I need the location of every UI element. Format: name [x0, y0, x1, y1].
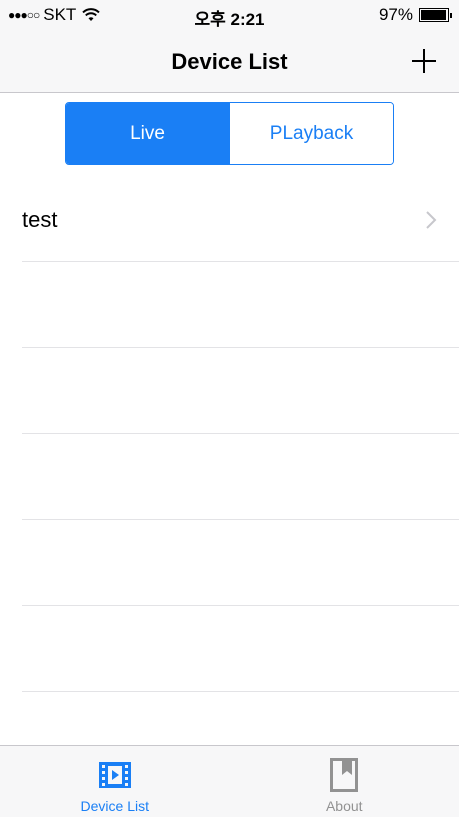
plus-icon — [412, 49, 436, 73]
chevron-right-icon — [426, 211, 437, 229]
battery-fill — [421, 10, 446, 20]
live-playback-segmented-control: Live PLayback — [65, 102, 394, 165]
list-item — [0, 262, 459, 348]
list-item — [0, 348, 459, 434]
tab-label: About — [325, 798, 363, 814]
segment-live[interactable]: Live — [66, 103, 229, 164]
film-icon — [98, 762, 131, 788]
list-item — [0, 434, 459, 520]
segment-playback[interactable]: PLayback — [229, 103, 393, 164]
list-item — [0, 520, 459, 606]
tab-about[interactable]: About — [230, 746, 459, 817]
tab-bar: Device List About — [0, 745, 459, 817]
battery-nub — [450, 13, 452, 18]
navigation-bar: Device List — [0, 32, 459, 93]
device-row-test[interactable]: test — [0, 176, 459, 262]
device-name: test — [22, 207, 58, 232]
battery-icon — [419, 8, 452, 22]
battery-percentage: 97% — [378, 5, 413, 24]
status-bar: ●●●○○ SKT 오후 2:21 97% — [0, 0, 459, 32]
list-item — [0, 606, 459, 692]
page-title: Device List — [171, 49, 288, 74]
status-right: 97% — [378, 5, 452, 25]
tab-label: Device List — [80, 798, 149, 814]
device-list: test — [0, 176, 459, 692]
add-device-button[interactable] — [409, 46, 439, 76]
tab-device-list[interactable]: Device List — [0, 746, 230, 817]
bookmark-icon — [330, 758, 359, 792]
